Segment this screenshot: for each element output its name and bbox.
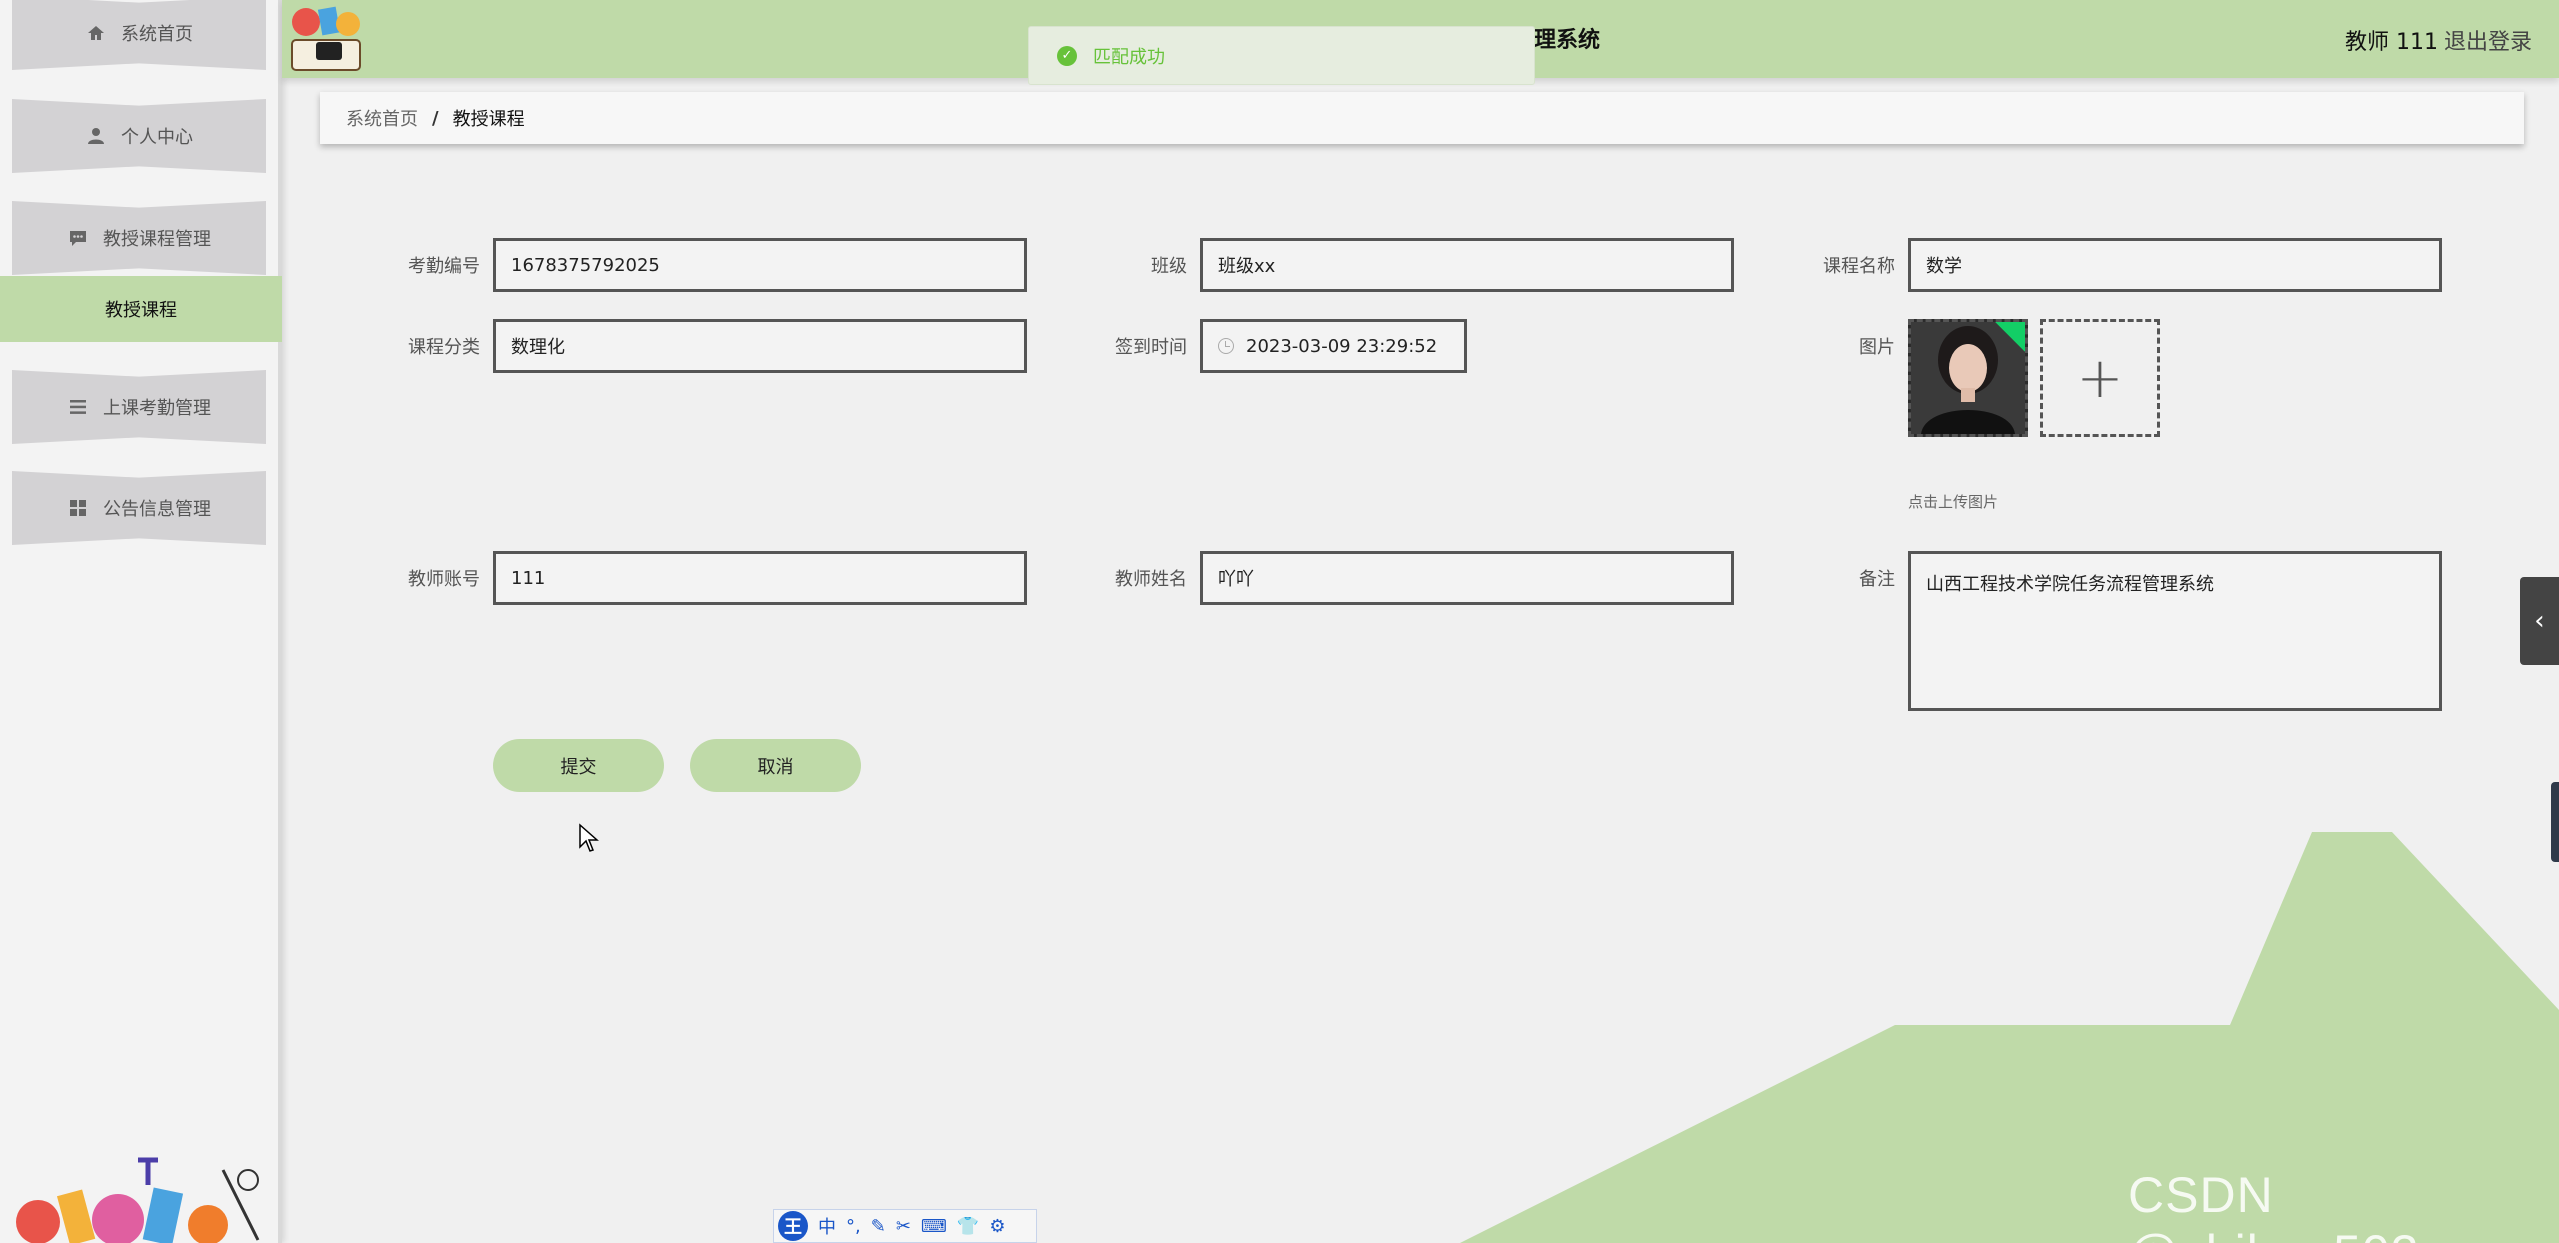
upload-picture-button[interactable]: + xyxy=(2040,319,2160,437)
sidebar-item-announcement-management[interactable]: 公告信息管理 xyxy=(12,471,266,545)
ime-logo-icon[interactable]: 王 xyxy=(778,1211,808,1241)
sidebar-item-label: 系统首页 xyxy=(121,24,193,45)
collapse-panel-button[interactable]: ‹ xyxy=(2520,577,2559,665)
breadcrumb-separator: / xyxy=(432,107,439,129)
grid-icon xyxy=(67,497,89,519)
mouse-cursor-icon xyxy=(579,823,599,852)
course-name-input[interactable]: 数学 xyxy=(1908,238,2442,292)
teacher-account-input[interactable]: 111 xyxy=(493,551,1027,605)
edge-tab[interactable] xyxy=(2551,782,2559,862)
sidebar-item-label: 教授课程管理 xyxy=(103,229,211,250)
sidebar-subitem-taught-courses[interactable]: 教授课程 xyxy=(0,276,282,342)
ime-skin-icon[interactable]: 👕 xyxy=(957,1216,979,1237)
current-user-name: 教师 111 xyxy=(2345,30,2438,55)
checkin-time-value: 2023-03-09 23:29:52 xyxy=(1246,335,1438,357)
remark-label: 备注 xyxy=(1859,569,1895,590)
user-icon xyxy=(85,125,107,147)
submit-button[interactable]: 提交 xyxy=(493,739,664,792)
breadcrumb-current: 教授课程 xyxy=(452,109,525,130)
home-icon xyxy=(85,22,107,44)
system-title: 理系统 xyxy=(1534,28,1601,53)
ime-settings-icon[interactable]: ⚙ xyxy=(989,1216,1005,1237)
checkin-time-label: 签到时间 xyxy=(1115,337,1187,358)
remark-value: 山西工程技术学院任务流程管理系统 xyxy=(1926,574,2214,595)
sidebar-item-course-management[interactable]: 教授课程管理 xyxy=(12,201,266,275)
sidebar-item-attendance-management[interactable]: 上课考勤管理 xyxy=(12,370,266,444)
checkin-time-picker[interactable]: 2023-03-09 23:29:52 xyxy=(1200,319,1467,373)
plus-icon: + xyxy=(2076,345,2124,411)
attendance-no-input[interactable]: 1678375792025 xyxy=(493,238,1027,292)
attendance-no-label: 考勤编号 xyxy=(408,256,480,277)
teacher-name-value: 吖吖 xyxy=(1218,569,1254,590)
class-label: 班级 xyxy=(1151,256,1187,277)
breadcrumb: 系统首页 / 教授课程 xyxy=(320,92,2524,144)
course-name-label: 课程名称 xyxy=(1823,256,1895,277)
clock-icon xyxy=(1218,338,1234,354)
portrait-image xyxy=(1911,322,2025,434)
app-logo xyxy=(291,6,361,71)
sidebar-item-label: 公告信息管理 xyxy=(103,499,211,520)
teacher-account-value: 111 xyxy=(511,567,546,589)
class-value: 班级xx xyxy=(1218,256,1276,277)
toast-message: 匹配成功 xyxy=(1093,46,1165,68)
sidebar-item-label: 上课考勤管理 xyxy=(103,398,211,419)
csdn-watermark: CSDN @zhihao503 xyxy=(2128,1167,2419,1243)
success-toast: ✓ 匹配成功 xyxy=(1028,26,1535,85)
chevron-left-icon: ‹ xyxy=(2534,606,2545,636)
sidebar-subitem-label: 教授课程 xyxy=(105,300,177,321)
remark-textarea[interactable]: 山西工程技术学院任务流程管理系统 xyxy=(1908,551,2442,711)
attendance-no-value: 1678375792025 xyxy=(511,254,660,276)
logout-link[interactable]: 退出登录 xyxy=(2444,24,2532,56)
sidebar: 系统首页 个人中心 教授课程管理 教授课程 上课考勤管理 公告信息管理 xyxy=(0,0,282,1243)
uploaded-picture-thumbnail[interactable] xyxy=(1908,319,2028,437)
upload-tip: 点击上传图片 xyxy=(1908,493,1999,511)
sidebar-item-home[interactable]: 系统首页 xyxy=(12,0,266,70)
teacher-name-label: 教师姓名 xyxy=(1115,569,1187,590)
course-category-input[interactable]: 数理化 xyxy=(493,319,1027,373)
chat-icon xyxy=(67,227,89,249)
class-input[interactable]: 班级xx xyxy=(1200,238,1734,292)
ime-handwrite-icon[interactable]: ✎ xyxy=(871,1216,886,1237)
ime-scissors-icon[interactable]: ✂ xyxy=(896,1216,911,1237)
breadcrumb-home[interactable]: 系统首页 xyxy=(346,105,418,131)
teacher-account-label: 教师账号 xyxy=(408,569,480,590)
ime-mode-toggle[interactable]: 中 xyxy=(818,1213,836,1239)
sidebar-decoration-illustration xyxy=(16,1157,260,1243)
teacher-name-input[interactable]: 吖吖 xyxy=(1200,551,1734,605)
course-category-value: 数理化 xyxy=(511,337,565,358)
sidebar-item-personal-center[interactable]: 个人中心 xyxy=(12,99,266,173)
sidebar-item-label: 个人中心 xyxy=(121,127,193,148)
picture-label: 图片 xyxy=(1859,337,1895,358)
course-category-label: 课程分类 xyxy=(408,337,480,358)
course-name-value: 数学 xyxy=(1926,256,1962,277)
check-circle-icon: ✓ xyxy=(1057,45,1077,66)
cancel-button[interactable]: 取消 xyxy=(690,739,861,792)
ime-keyboard-icon[interactable]: ⌨ xyxy=(921,1216,947,1237)
ime-punctuation-icon[interactable]: °, xyxy=(846,1216,861,1237)
list-icon xyxy=(67,396,89,418)
ime-toolbar: 王 中 °, ✎ ✂ ⌨ 👕 ⚙ xyxy=(773,1209,1037,1243)
